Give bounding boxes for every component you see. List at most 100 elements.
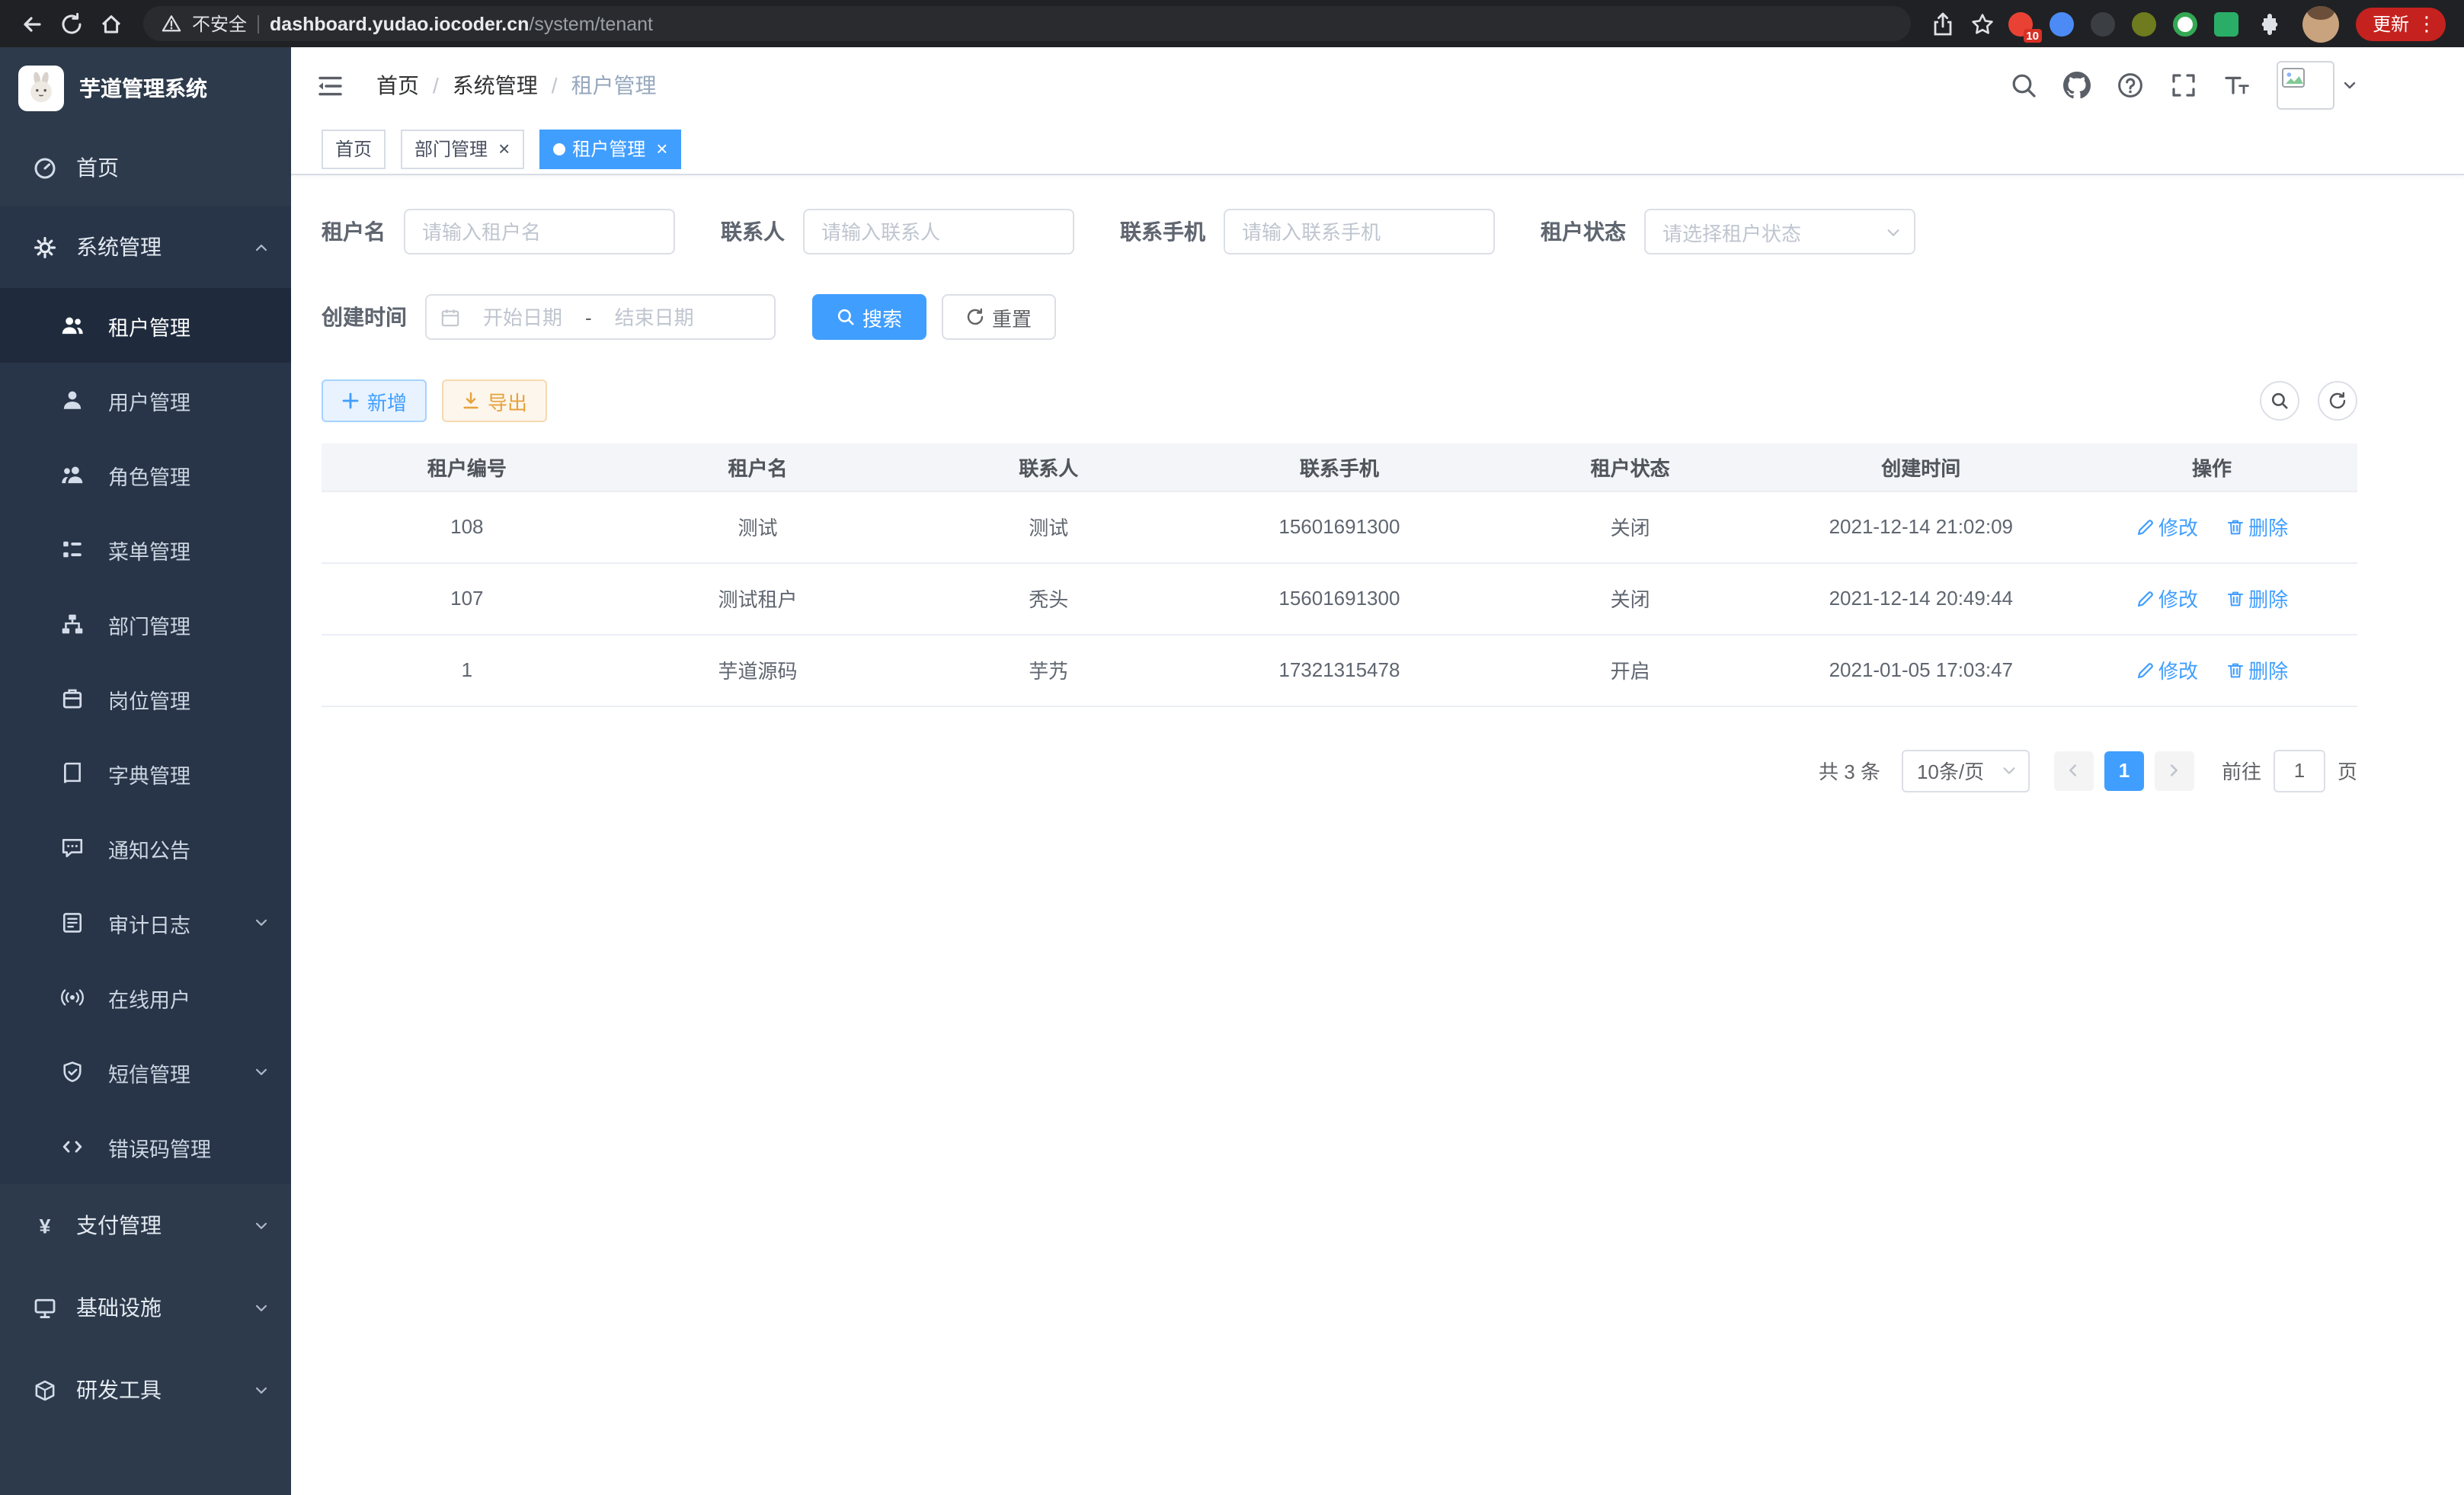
fullscreen-icon[interactable] [2170, 72, 2197, 99]
font-size-icon[interactable] [2223, 72, 2251, 99]
user-avatar-menu[interactable] [2277, 61, 2357, 110]
breadcrumb-item[interactable]: 首页 [376, 70, 419, 101]
status-select[interactable]: 请选择租户状态 [1644, 209, 1915, 255]
tab-首页[interactable]: 首页 [322, 129, 386, 168]
chevron-down-icon [253, 1299, 270, 1316]
sidebar-item-租户管理[interactable]: 租户管理 [0, 288, 291, 363]
edit-link[interactable]: 修改 [2136, 584, 2198, 613]
refresh-button[interactable] [2318, 381, 2357, 421]
hamburger-icon[interactable] [315, 71, 344, 100]
cell-created: 2021-12-14 21:02:09 [1775, 491, 2066, 562]
filter-phone: 联系手机 [1120, 209, 1495, 255]
date-range-picker[interactable]: - [425, 294, 776, 340]
sidebar-item-在线用户[interactable]: 在线用户 [0, 960, 291, 1035]
delete-link-label: 删除 [2248, 655, 2288, 684]
search-icon[interactable] [2010, 72, 2037, 99]
sidebar-group-研发工具[interactable]: 研发工具 [0, 1349, 291, 1431]
cell-phone: 15601691300 [1194, 491, 1485, 562]
tags-bar: 首页部门管理× 租户管理 × [291, 123, 2464, 175]
extension-icon-green-square[interactable] [2214, 11, 2238, 36]
reload-icon[interactable] [52, 4, 91, 43]
chevron-down-icon [1885, 223, 1902, 240]
delete-link[interactable]: 删除 [2226, 655, 2288, 684]
page-number-button[interactable]: 1 [2104, 751, 2144, 790]
sidebar-item-菜单管理[interactable]: 菜单管理 [0, 512, 291, 587]
extension-icon-blue[interactable] [2050, 11, 2074, 36]
delete-link-label: 删除 [2248, 584, 2288, 613]
sidebar-item-label: 角色管理 [108, 459, 190, 490]
sidebar-item-岗位管理[interactable]: 岗位管理 [0, 661, 291, 736]
delete-link[interactable]: 删除 [2226, 584, 2288, 613]
reset-button[interactable]: 重置 [942, 294, 1056, 340]
tab-部门管理[interactable]: 部门管理× [401, 129, 523, 168]
extension-icon-olive[interactable] [2132, 11, 2156, 36]
pay-icon: ¥ [34, 1214, 56, 1237]
sidebar-item-home[interactable]: 首页 [0, 130, 291, 206]
date-end-input[interactable] [600, 306, 709, 328]
infra-icon [34, 1296, 56, 1319]
sidebar-item-短信管理[interactable]: 短信管理 [0, 1035, 291, 1109]
update-button[interactable]: 更新 ⋮ [2356, 7, 2446, 40]
tenant-name-input[interactable] [404, 209, 675, 255]
sidebar-item-用户管理[interactable]: 用户管理 [0, 363, 291, 437]
extensions-puzzle-icon[interactable] [2255, 4, 2286, 43]
github-icon[interactable] [2063, 72, 2091, 99]
phone-input[interactable] [1224, 209, 1495, 255]
goto-page-input[interactable] [2274, 749, 2325, 792]
add-button[interactable]: 新增 [322, 379, 427, 422]
close-tab-icon[interactable]: × [656, 139, 667, 158]
svg-text:¥: ¥ [40, 1215, 51, 1237]
next-page-button[interactable] [2155, 751, 2194, 790]
cell-name: 芋道源码 [613, 634, 904, 706]
system-submenu: 租户管理用户管理角色管理菜单管理部门管理岗位管理字典管理通知公告审计日志在线用户… [0, 288, 291, 1184]
app-frame: 芋道管理系统 首页 系统管理 租户管理用户管理角色管理菜单管理部门管理岗位管理字… [0, 47, 2464, 1495]
url-text: dashboard.yudao.iocoder.cn/system/tenant [270, 13, 653, 34]
export-button[interactable]: 导出 [442, 379, 547, 422]
search-button[interactable]: 搜索 [812, 294, 926, 340]
extension-icon-red[interactable]: 10 [2008, 11, 2033, 36]
delete-link[interactable]: 删除 [2226, 512, 2288, 541]
address-bar[interactable]: 不安全 dashboard.yudao.iocoder.cn/system/te… [143, 6, 1911, 41]
tab-租户管理[interactable]: 租户管理 × [539, 129, 681, 168]
chevron-up-icon [253, 238, 270, 255]
tab-label: 租户管理 [572, 136, 645, 162]
home-icon[interactable] [91, 4, 131, 43]
back-icon[interactable] [12, 4, 52, 43]
page-size-select[interactable]: 10条/页 [1902, 749, 2030, 792]
question-icon[interactable] [2117, 72, 2144, 99]
bookmark-star-icon[interactable] [1963, 4, 2002, 43]
sidebar-item-部门管理[interactable]: 部门管理 [0, 587, 291, 661]
sidebar-group-system[interactable]: 系统管理 [0, 206, 291, 288]
extension-icon-dark[interactable] [2091, 11, 2115, 36]
contact-input[interactable] [803, 209, 1074, 255]
create-time-label: 创建时间 [322, 302, 425, 332]
goto-unit: 页 [2338, 756, 2357, 785]
date-start-input[interactable] [468, 306, 578, 328]
prev-page-button[interactable] [2054, 751, 2094, 790]
chrome-profile-avatar[interactable] [2302, 5, 2339, 42]
breadcrumb-separator: / [433, 73, 439, 98]
sidebar-item-通知公告[interactable]: 通知公告 [0, 811, 291, 885]
sidebar-group-支付管理[interactable]: ¥支付管理 [0, 1184, 291, 1266]
sidebar-item-错误码管理[interactable]: 错误码管理 [0, 1109, 291, 1184]
update-label: 更新 [2373, 11, 2409, 37]
address-divider [258, 14, 259, 33]
column-header: 操作 [2066, 443, 2357, 491]
sidebar-item-字典管理[interactable]: 字典管理 [0, 736, 291, 811]
kebab-menu-icon[interactable]: ⋮ [2417, 14, 2437, 34]
sidebar-item-角色管理[interactable]: 角色管理 [0, 437, 291, 512]
sidebar-groups: ¥支付管理基础设施研发工具 [0, 1184, 291, 1431]
edit-link[interactable]: 修改 [2136, 655, 2198, 684]
reset-button-label: 重置 [992, 303, 1032, 331]
breadcrumb-item[interactable]: 系统管理 [453, 70, 538, 101]
tenant-name-label: 租户名 [322, 216, 404, 247]
sidebar-item-审计日志[interactable]: 审计日志 [0, 885, 291, 960]
toggle-search-button[interactable] [2260, 381, 2299, 421]
close-tab-icon[interactable]: × [498, 139, 510, 158]
sidebar-group-基础设施[interactable]: 基础设施 [0, 1266, 291, 1349]
app-logo-row[interactable]: 芋道管理系统 [0, 47, 291, 130]
share-icon[interactable] [1923, 4, 1963, 43]
edit-link[interactable]: 修改 [2136, 512, 2198, 541]
user-icon [61, 389, 84, 411]
extension-icon-green-ring[interactable] [2173, 11, 2197, 36]
